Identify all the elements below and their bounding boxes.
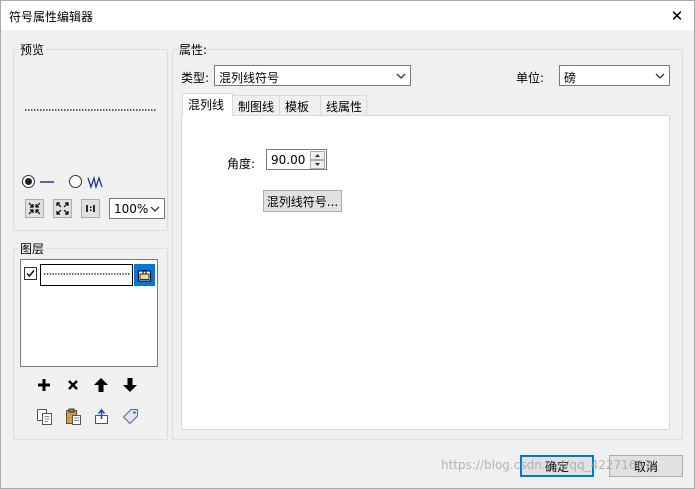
paste-icon	[65, 408, 81, 425]
layer-lock-button[interactable]	[134, 264, 155, 286]
copy-icon	[36, 408, 52, 425]
chevron-down-icon	[150, 206, 160, 212]
chevron-down-icon	[655, 73, 665, 79]
zoom-in-fit-button[interactable]	[25, 199, 44, 218]
tab-line-properties[interactable]: 线属性	[320, 95, 367, 114]
ok-button[interactable]: 确定	[520, 455, 594, 477]
close-icon[interactable]: ✕	[660, 1, 694, 30]
move-layer-up-button[interactable]	[90, 374, 112, 396]
layer-tag-button[interactable]	[119, 405, 141, 427]
add-layer-button[interactable]	[33, 374, 55, 396]
tab-template[interactable]: 模板	[279, 95, 321, 114]
unit-label: 单位:	[516, 71, 545, 85]
wave-line-icon	[87, 175, 103, 189]
move-layer-down-button[interactable]	[119, 374, 141, 396]
delete-x-icon	[68, 380, 78, 390]
layers-group-title: 图层	[20, 242, 45, 256]
arrow-up-icon	[94, 378, 108, 392]
spin-down-button[interactable]	[310, 160, 325, 169]
angle-spinner[interactable]: 90.00	[266, 149, 327, 170]
tab-cartographic-line[interactable]: 制图线	[232, 95, 280, 114]
angle-label: 角度:	[227, 157, 256, 171]
type-select[interactable]: 混列线符号	[214, 65, 411, 86]
actual-size-button[interactable]	[81, 199, 100, 218]
line-preview	[25, 109, 157, 111]
undo-arrow-icon	[94, 408, 108, 424]
window-title: 符号属性编辑器	[9, 10, 94, 24]
cancel-button[interactable]: 取消	[609, 455, 683, 477]
unit-value: 磅	[564, 71, 577, 85]
zoom-expand-button[interactable]	[53, 199, 72, 218]
dotted-line-preview	[44, 273, 130, 275]
triangle-up-icon	[315, 154, 320, 157]
layer-list[interactable]	[20, 259, 158, 367]
preview-group-title: 预览	[20, 43, 45, 57]
zoom-value: 100%	[114, 202, 149, 216]
paste-layer-button[interactable]	[62, 405, 84, 427]
arrow-down-icon	[123, 378, 137, 392]
chevron-down-icon	[396, 73, 406, 79]
type-label: 类型:	[181, 71, 210, 85]
lock-icon	[138, 269, 151, 281]
angle-value[interactable]: 90.00	[271, 153, 305, 167]
type-value: 混列线符号	[219, 71, 280, 85]
shrink-arrows-icon	[28, 202, 41, 215]
layer-visibility-checkbox[interactable]	[24, 267, 37, 280]
layer-preview-swatch	[40, 264, 133, 286]
title-bar: 符号属性编辑器 ✕	[1, 1, 694, 30]
copy-layer-button[interactable]	[33, 405, 55, 427]
tab-hash-line[interactable]: 混列线	[182, 93, 233, 116]
radio-line-style[interactable]	[22, 175, 35, 188]
zoom-select[interactable]: 100%	[109, 198, 165, 219]
unit-select[interactable]: 磅	[559, 65, 670, 86]
one-to-one-icon	[86, 205, 95, 212]
expand-arrows-icon	[56, 202, 69, 215]
list-item[interactable]	[21, 261, 157, 286]
reset-layer-button[interactable]	[90, 405, 112, 427]
checkmark-icon	[26, 270, 35, 278]
radio-wave-style[interactable]	[69, 175, 82, 188]
tag-icon	[122, 408, 138, 424]
plus-icon	[38, 379, 50, 391]
straight-line-icon	[40, 181, 54, 183]
spin-up-button[interactable]	[310, 151, 325, 160]
triangle-down-icon	[315, 163, 320, 166]
remove-layer-button[interactable]	[62, 374, 84, 396]
hash-symbol-button[interactable]: 混列线符号...	[263, 190, 342, 212]
